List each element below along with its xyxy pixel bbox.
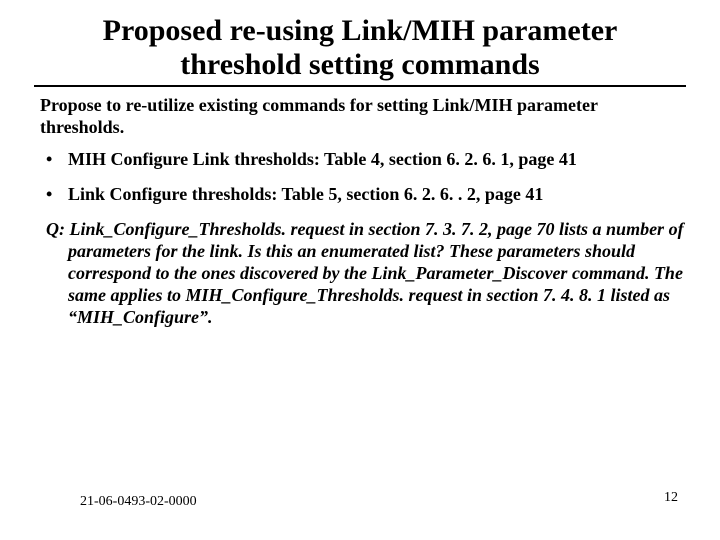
question-text: Q: Link_Configure_Thresholds. request in… bbox=[40, 219, 686, 329]
bullet-item: MIH Configure Link thresholds: Table 4, … bbox=[34, 148, 686, 171]
intro-text: Propose to re-utilize existing commands … bbox=[34, 95, 686, 138]
bullet-list: MIH Configure Link thresholds: Table 4, … bbox=[34, 148, 686, 205]
footer-doc-id: 21-06-0493-02-0000 bbox=[80, 494, 197, 510]
slide-title: Proposed re-using Link/MIH parameter thr… bbox=[34, 14, 686, 87]
slide-container: Proposed re-using Link/MIH parameter thr… bbox=[0, 0, 720, 540]
page-number: 12 bbox=[664, 490, 678, 506]
bullet-item: Link Configure thresholds: Table 5, sect… bbox=[34, 183, 686, 206]
